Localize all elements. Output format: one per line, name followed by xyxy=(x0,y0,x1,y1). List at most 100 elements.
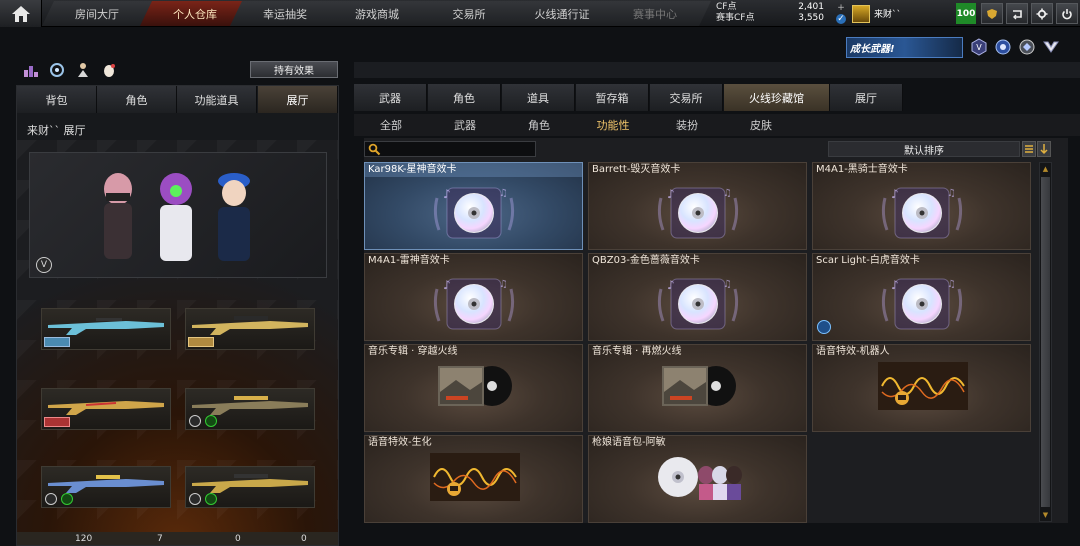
voice-pack-icon xyxy=(657,457,742,500)
tab-characters[interactable]: 角色 xyxy=(428,84,501,111)
svg-text:♪: ♪ xyxy=(667,278,675,292)
item-card[interactable]: 音乐专辑 · 穿越火线 xyxy=(364,344,583,432)
tab-label: 展厅 xyxy=(855,91,877,105)
figure-icon[interactable] xyxy=(74,62,92,78)
item-card-title: Kar98K-星神音效卡 xyxy=(365,163,582,177)
search-box[interactable] xyxy=(364,141,536,157)
character-showcase[interactable]: V xyxy=(29,152,327,278)
nav-tab-event-center[interactable]: 赛事中心 xyxy=(599,1,711,26)
home-button[interactable] xyxy=(0,0,42,27)
subtab-weapons[interactable]: 武器 xyxy=(428,114,502,136)
item-card[interactable]: QBZ03-金色蔷薇音效卡 ♪ ♫ xyxy=(588,253,807,341)
sort-dropdown[interactable]: 默认排序 xyxy=(828,141,1020,157)
stat-value: 0 xyxy=(301,533,307,544)
rank-button[interactable] xyxy=(981,3,1003,24)
item-card[interactable]: Barrett-毁灭音效卡 ♪ ♫ xyxy=(588,162,807,250)
item-list-scrollbar[interactable]: ▲ ▼ xyxy=(1039,162,1052,522)
weapon-slot[interactable] xyxy=(41,388,171,430)
item-card[interactable]: 语音特效-机器人 xyxy=(812,344,1031,432)
svg-text:♪: ♪ xyxy=(891,278,899,292)
wing-badge-icon[interactable] xyxy=(1042,38,1060,56)
nav-tab-room-lobby[interactable]: 房间大厅 xyxy=(42,1,152,26)
showroom-title: 来财`` 展厅 xyxy=(27,124,86,137)
sub-tab-bar: 全部 武器 角色 功能性 装扮 皮肤 xyxy=(354,114,1080,136)
sort-order-button[interactable] xyxy=(1037,141,1051,157)
banner-text: 成长武器! xyxy=(850,44,895,55)
list-view-button[interactable] xyxy=(1022,141,1036,157)
weapon-slot[interactable] xyxy=(41,466,171,508)
scroll-down-icon[interactable]: ▼ xyxy=(1041,510,1050,520)
item-card[interactable]: Kar98K-星神音效卡 ♪ ♫ xyxy=(364,162,583,250)
currency-panel: CF点 2,401 赛事CF点 3,550 + ✓ xyxy=(716,2,846,25)
scroll-up-icon[interactable]: ▲ xyxy=(1041,164,1050,174)
settings-button[interactable] xyxy=(1031,3,1053,24)
green-badge-icon xyxy=(61,493,73,505)
weapon-slot[interactable] xyxy=(185,466,315,508)
subtab-skins[interactable]: 皮肤 xyxy=(724,114,798,136)
match-points-label: 赛事CF点 xyxy=(716,13,755,23)
tab-showroom[interactable]: 展厅 xyxy=(258,86,338,113)
tab-label: 道具 xyxy=(527,91,549,105)
rifle-icon xyxy=(48,401,164,415)
level-badge: 100 xyxy=(956,3,976,24)
subtab-functional[interactable]: 功能性 xyxy=(576,114,650,136)
return-icon xyxy=(1013,9,1022,19)
refresh-icon[interactable] xyxy=(48,62,66,78)
subtab-all[interactable]: 全部 xyxy=(354,114,428,136)
item-card[interactable]: M4A1-雷神音效卡 ♪ ♫ xyxy=(364,253,583,341)
globe-badge-icon[interactable] xyxy=(994,38,1012,56)
voice-effect-icon xyxy=(877,362,968,410)
item-card[interactable]: 音乐专辑 · 再燃火线 xyxy=(588,344,807,432)
tab-weapons[interactable]: 武器 xyxy=(354,84,427,111)
owned-effects-button[interactable]: 持有效果 xyxy=(250,61,338,78)
tab-characters[interactable]: 角色 xyxy=(97,86,177,113)
sound-card-icon: ♪ ♫ xyxy=(657,278,738,330)
return-button[interactable] xyxy=(1006,3,1028,24)
svg-text:♪: ♪ xyxy=(667,187,675,201)
egg-icon[interactable] xyxy=(100,62,118,78)
subtab-characters[interactable]: 角色 xyxy=(502,114,576,136)
nav-tab-exchange[interactable]: 交易所 xyxy=(414,1,524,26)
weapon-slot[interactable] xyxy=(41,308,171,350)
tab-exchange[interactable]: 交易所 xyxy=(650,84,723,111)
character-figure xyxy=(218,173,250,261)
podium-icon[interactable] xyxy=(22,62,40,78)
growth-weapon-banner[interactable]: 成长武器! xyxy=(846,37,963,58)
tab-backpack[interactable]: 背包 xyxy=(17,86,97,113)
item-card[interactable]: 枪娘语音包-阿敏 xyxy=(588,435,807,523)
item-card-title: M4A1-雷神音效卡 xyxy=(368,255,450,266)
item-card[interactable]: M4A1-黑骑士音效卡 ♪ ♫ xyxy=(812,162,1031,250)
scroll-thumb[interactable] xyxy=(1041,177,1050,507)
showroom-panel: 背包 角色 功能道具 展厅 来财`` 展厅 V 120 7 0 0 xyxy=(16,85,339,546)
weapon-slot[interactable] xyxy=(185,308,315,350)
item-card[interactable]: 语音特效-生化 xyxy=(364,435,583,523)
points-info-icon[interactable]: ✓ xyxy=(836,14,846,24)
v-badge-icon xyxy=(189,415,201,427)
tab-items[interactable]: 道具 xyxy=(502,84,575,111)
tab-showroom[interactable]: 展厅 xyxy=(830,84,903,111)
subtab-outfits[interactable]: 装扮 xyxy=(650,114,724,136)
hexagon-badge-icon[interactable]: V xyxy=(970,38,988,56)
nav-tab-label: 房间大厅 xyxy=(75,7,119,21)
power-icon xyxy=(1062,8,1072,19)
tab-function-items[interactable]: 功能道具 xyxy=(177,86,257,113)
subtab-label: 装扮 xyxy=(676,119,698,132)
search-input[interactable] xyxy=(383,142,533,156)
tab-storage-box[interactable]: 暂存箱 xyxy=(576,84,649,111)
item-card[interactable]: Scar Light-白虎音效卡 ♪ ♫ xyxy=(812,253,1031,341)
owned-effects-label: 持有效果 xyxy=(274,66,314,77)
green-badge-icon xyxy=(205,415,217,427)
orb-badge-icon[interactable] xyxy=(1018,38,1036,56)
nav-tab-game-shop[interactable]: 游戏商城 xyxy=(322,1,432,26)
weapon-slot[interactable] xyxy=(185,388,315,430)
sound-card-icon: ♪ ♫ xyxy=(657,187,738,239)
tab-label: 角色 xyxy=(125,93,148,107)
tab-collection-hall[interactable]: 火线珍藏馆 xyxy=(724,84,830,111)
voice-effect-icon xyxy=(429,453,520,501)
top-nav-bar: 房间大厅 个人仓库 幸运抽奖 游戏商城 交易所 火线通行证 赛事中心 CF点 2,… xyxy=(0,0,1080,27)
power-button[interactable] xyxy=(1056,3,1078,24)
nav-tab-lucky-draw[interactable]: 幸运抽奖 xyxy=(230,1,340,26)
user-profile[interactable]: 来财`` xyxy=(852,3,901,24)
add-points-icon[interactable]: + xyxy=(836,3,846,13)
nav-tab-battle-pass[interactable]: 火线通行证 xyxy=(507,1,617,26)
